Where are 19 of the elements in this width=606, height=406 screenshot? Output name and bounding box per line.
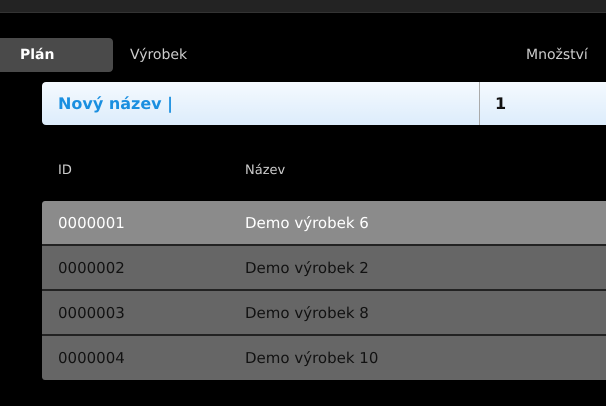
- table-cell: 0000003: [58, 304, 125, 322]
- tab[interactable]: Výrobek: [113, 38, 188, 72]
- table-cell: Demo výrobek 10: [245, 349, 378, 367]
- table-cell: Demo výrobek 8: [245, 304, 369, 322]
- column-label: Množství: [526, 47, 589, 63]
- table-cell: 0000001: [58, 214, 125, 232]
- name-field[interactable]: Nový název |: [42, 82, 480, 125]
- table-cell: 0000002: [58, 258, 125, 276]
- quantity-field[interactable]: 1: [480, 82, 606, 125]
- table-row[interactable]: 0000003 Demo výrobek 8: [42, 291, 606, 336]
- table-cell: Demo výrobek 6: [245, 214, 369, 232]
- table-row[interactable]: 0000004 Demo výrobek 10: [42, 336, 606, 380]
- table-row[interactable]: 0000002 Demo výrobek 2: [42, 246, 606, 291]
- table-cell: Demo výrobek 2: [245, 258, 369, 276]
- column-header: Název: [245, 163, 286, 180]
- column-header: ID: [58, 163, 72, 178]
- table-cell: 0000004: [58, 349, 125, 367]
- tab[interactable]: Plán: [0, 38, 113, 72]
- table-row[interactable]: 0000001 Demo výrobek 6: [42, 201, 606, 246]
